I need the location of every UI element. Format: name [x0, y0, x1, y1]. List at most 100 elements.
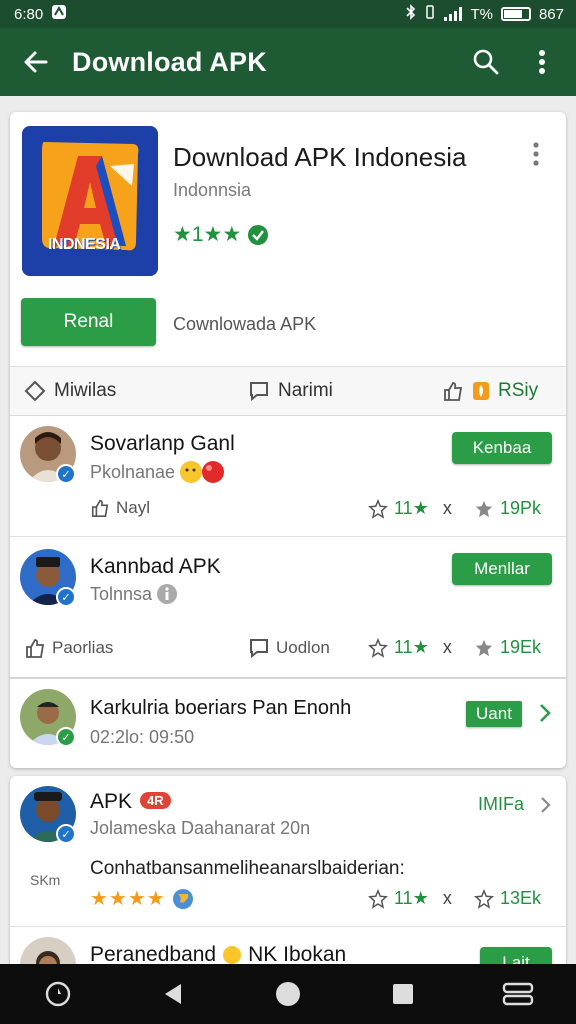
- item-title: Karkulria boeriars Pan Enonh: [90, 697, 352, 719]
- chevron-right-icon[interactable]: [540, 796, 552, 819]
- list-item[interactable]: ✓ Sovarlanp Ganl Pkolnanae Kenbaa Nayl 1…: [10, 416, 566, 536]
- app-name: Download APK Indonesia: [173, 142, 467, 172]
- list-item[interactable]: ✓ Kannbad APK Tolnnsa Menllar Paorlias U…: [10, 537, 566, 677]
- like-label: Nayl: [116, 498, 151, 517]
- item-subtitle: 02:2lo: 09:50: [90, 727, 194, 748]
- verified-badge-icon: ✓: [56, 824, 76, 844]
- downloads-stat[interactable]: 19Pk: [474, 498, 541, 519]
- tag-icon: [24, 380, 46, 402]
- thumbs-up-icon: [444, 382, 463, 401]
- item-subtitle-text: Tolnnsa: [90, 583, 153, 604]
- comment-label: Uodlon: [276, 638, 330, 657]
- item-action-link[interactable]: IMIFa: [478, 794, 524, 815]
- rating-stars: ★★★★: [90, 886, 194, 911]
- star-icon: [475, 639, 493, 656]
- rating-stat[interactable]: 11★ x: [368, 637, 452, 658]
- item-action-button[interactable]: Uant: [466, 701, 522, 727]
- like-action[interactable]: Nayl: [90, 498, 150, 518]
- list-item[interactable]: ✓ Karkulria boeriars Pan Enonh 02:2lo: 0…: [10, 679, 566, 767]
- recents-square-icon: [393, 984, 414, 1004]
- developer-name: Indonnsia: [173, 180, 252, 200]
- feed-card: ✓ APK 4R Jolameska Daahanarat 20n IMIFa C…: [10, 776, 566, 976]
- rating-stat[interactable]: 11★ x: [368, 888, 452, 909]
- tab-miwilas[interactable]: Miwilas: [24, 367, 116, 415]
- stack-icon: [503, 982, 534, 1006]
- signal-icon: [444, 7, 463, 21]
- compass-icon: [45, 981, 70, 1007]
- home-nav-button[interactable]: [258, 964, 318, 1024]
- system-nav-bar: [0, 964, 576, 1024]
- rating-stars-text: ★★★★: [90, 888, 166, 910]
- comment-icon: [250, 382, 268, 402]
- back-triangle-icon: [164, 984, 181, 1004]
- rating-value: 11★: [394, 498, 429, 518]
- rating-stat[interactable]: 11★ x: [368, 498, 452, 519]
- like-action[interactable]: Paorlias: [24, 637, 113, 659]
- notification-icon: [51, 4, 67, 24]
- search-icon: [473, 49, 499, 75]
- status-extra: 867: [538, 5, 564, 23]
- item-subtitle: Jolameska Daahanarat 20n: [90, 818, 310, 839]
- item-side-tag: SKm: [30, 872, 61, 888]
- tab-rsiy[interactable]: RSiy: [442, 367, 538, 415]
- list-item[interactable]: ✓ APK 4R Jolameska Daahanarat 20n IMIFa C…: [10, 776, 566, 926]
- like-label: Paorlias: [52, 638, 114, 657]
- tab-label: Narimi: [278, 380, 333, 401]
- back-arrow-icon: [24, 51, 48, 73]
- thumbs-up-icon: [91, 499, 109, 517]
- item-subtitle: Pkolnanae: [90, 460, 225, 484]
- assistant-button[interactable]: [28, 964, 88, 1024]
- verified-badge-icon: ✓: [56, 587, 76, 607]
- downloads-value: 13Ek: [500, 888, 542, 908]
- downloads-stat[interactable]: 13Ek: [474, 888, 541, 909]
- home-circle-icon: [275, 982, 300, 1006]
- tab-narimi[interactable]: Narimi: [248, 367, 333, 415]
- install-button[interactable]: Renal: [21, 298, 156, 346]
- app-detail-card: INDNESIA Download APK Indonesia Indonnsi…: [10, 112, 566, 768]
- tab-bar: Miwilas Narimi RSiy: [10, 366, 566, 416]
- rating-icon: [368, 888, 388, 909]
- more-vert-icon: [533, 142, 539, 166]
- item-title: APK 4R: [90, 790, 171, 814]
- item-description: Conhatbansanmeliheanarslbaiderian:: [90, 858, 405, 879]
- comment-action[interactable]: Uodlon: [248, 637, 330, 659]
- downloads-value: 19Ek: [500, 637, 542, 657]
- item-title-text: APK: [90, 790, 133, 813]
- info-icon: [157, 584, 178, 604]
- status-bar: 6:80 T% 867: [0, 0, 576, 28]
- search-button[interactable]: [458, 34, 514, 90]
- menu-nav-button[interactable]: [488, 964, 548, 1024]
- verified-icon: [248, 224, 269, 245]
- emoji-icon: [180, 461, 225, 483]
- item-title: Sovarlanp Ganl: [90, 432, 235, 455]
- star-icon: [475, 500, 493, 517]
- downloads-value: 19Pk: [500, 498, 542, 518]
- comment-icon: [250, 639, 268, 659]
- item-subtitle-text: Pkolnanae: [90, 461, 176, 482]
- item-action-button[interactable]: Menllar: [452, 553, 552, 585]
- back-button[interactable]: [0, 48, 72, 76]
- app-menu-button[interactable]: [532, 142, 552, 172]
- rating-stars: ★1★★: [173, 223, 242, 246]
- tab-label: Miwilas: [54, 380, 117, 401]
- rating-value: 11★: [394, 888, 429, 908]
- item-action-button[interactable]: Kenbaa: [452, 432, 552, 464]
- item-subtitle-text: 02:2lo: 09:50: [90, 727, 195, 747]
- rating-icon: [368, 498, 388, 519]
- item-action-label: IMIFa: [477, 794, 524, 814]
- emoji-icon: [223, 946, 242, 964]
- item-subtitle: Tolnnsa: [90, 583, 178, 605]
- vibrate-icon: [424, 4, 436, 24]
- app-icon-label: INDNESIA: [48, 236, 121, 253]
- downloads-stat[interactable]: 19Ek: [474, 637, 541, 658]
- app-icon: INDNESIA: [22, 126, 158, 276]
- verified-badge-icon: ✓: [56, 727, 76, 747]
- overflow-menu-button[interactable]: [514, 34, 570, 90]
- bluetooth-icon: [406, 4, 416, 24]
- chevron-right-icon[interactable]: [538, 703, 552, 728]
- clock: 6:80: [14, 5, 44, 23]
- battery-percent: T%: [470, 5, 493, 23]
- back-nav-button[interactable]: [143, 964, 203, 1024]
- recents-nav-button[interactable]: [373, 964, 433, 1024]
- thumbs-up-icon: [26, 639, 45, 658]
